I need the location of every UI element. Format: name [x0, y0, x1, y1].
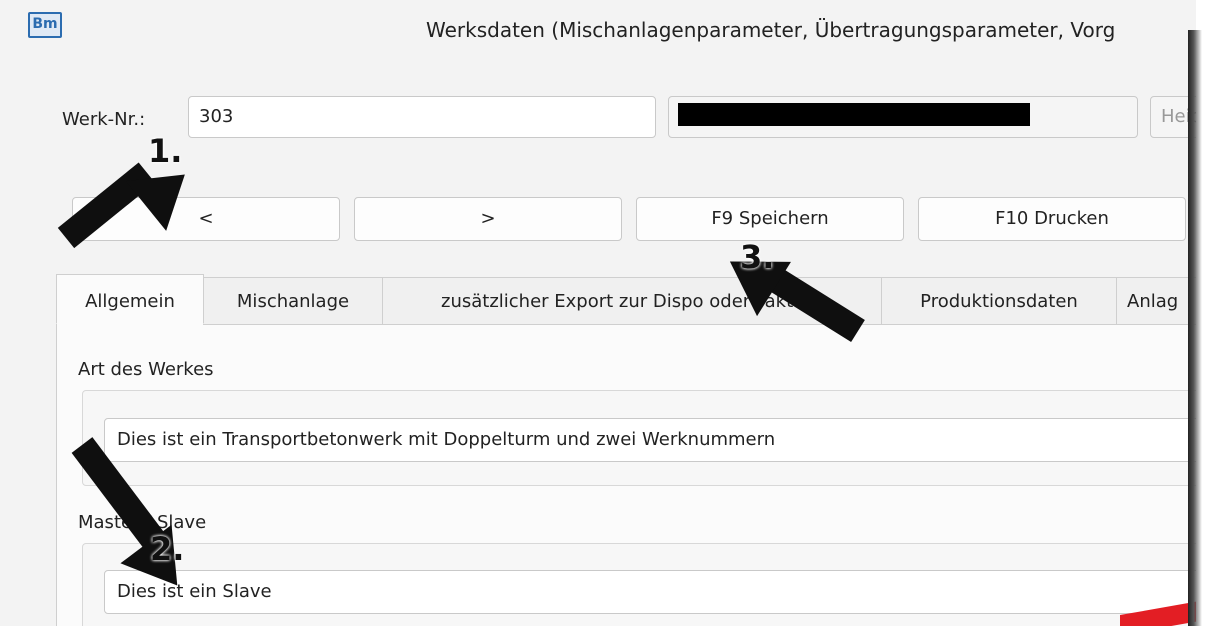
window-shadow	[1188, 30, 1202, 626]
art-des-werkes-select[interactable]: Dies ist ein Transportbetonwerk mit Dopp…	[104, 418, 1196, 462]
window-title: Werksdaten (Mischanlagenparameter, Übert…	[426, 18, 1116, 42]
master-slave-select[interactable]: Dies ist ein Slave	[104, 570, 1196, 614]
title-bar: Bm Werksdaten (Mischanlagenparameter, Üb…	[0, 0, 1196, 48]
tab-mischanlage[interactable]: Mischanlage	[203, 277, 383, 325]
next-button[interactable]: >	[354, 197, 622, 241]
save-button[interactable]: F9 Speichern	[636, 197, 904, 241]
step-3-label: 3.	[740, 238, 775, 276]
tab-anlag[interactable]: Anlag	[1116, 277, 1196, 325]
app-icon: Bm	[28, 12, 62, 38]
print-button[interactable]: F10 Drucken	[918, 197, 1186, 241]
werksdaten-window: Bm Werksdaten (Mischanlagenparameter, Üb…	[0, 0, 1196, 626]
step-1-label: 1.	[148, 132, 183, 170]
redaction-bar	[678, 103, 1030, 126]
tab-produktionsdaten[interactable]: Produktionsdaten	[881, 277, 1117, 325]
art-des-werkes-label: Art des Werkes	[78, 359, 214, 380]
tab-allgemein[interactable]: Allgemein	[56, 274, 204, 324]
screenshot-stage: Bm Werksdaten (Mischanlagenparameter, Üb…	[0, 0, 1224, 626]
werk-nr-input[interactable]: 303	[188, 96, 656, 138]
werk-nr-label: Werk-Nr.:	[62, 109, 146, 130]
step-2-label: 2.	[150, 530, 185, 568]
